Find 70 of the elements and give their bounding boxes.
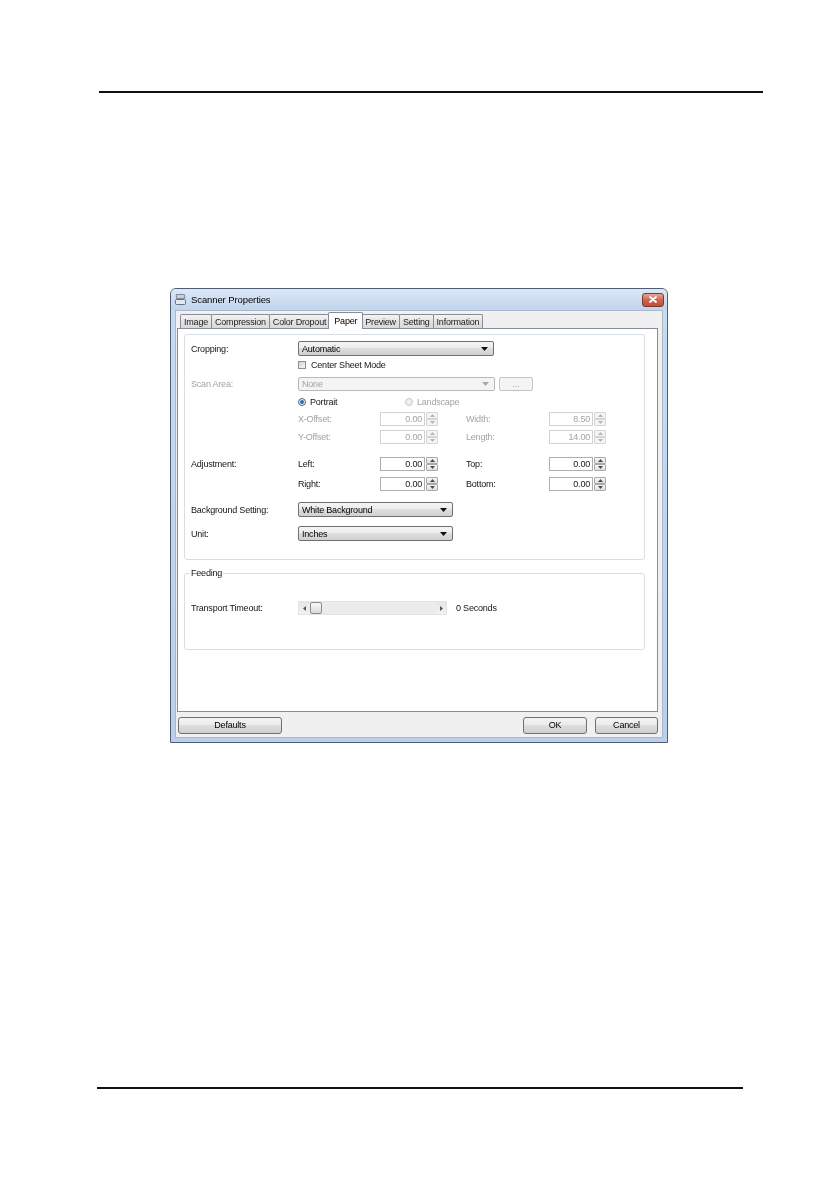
scroll-slider[interactable] — [298, 601, 447, 615]
close-icon — [649, 296, 657, 303]
tab[interactable]: Image — [180, 314, 212, 328]
field-label: Background Setting: — [191, 504, 269, 515]
spin-down-button[interactable] — [594, 484, 606, 491]
close-button[interactable] — [642, 292, 664, 307]
field-label: Width: — [466, 414, 491, 424]
number-field[interactable]: 0.00 — [549, 457, 593, 471]
defaults-button[interactable]: Defaults — [178, 717, 282, 734]
field-label: Scan Area: — [191, 379, 234, 389]
field-label: Cropping: — [191, 343, 229, 354]
tab[interactable]: Setting — [398, 314, 434, 328]
down-arrow-icon — [429, 466, 435, 469]
tab[interactable]: Color Dropout — [268, 314, 331, 328]
up-arrow-icon — [429, 459, 435, 462]
left-arrow-icon — [303, 605, 306, 611]
right-arrow-icon — [440, 605, 443, 611]
down-arrow-icon — [429, 421, 435, 424]
up-arrow-icon — [597, 459, 603, 462]
cancel-button[interactable]: Cancel — [595, 717, 658, 734]
number-field[interactable]: 0.00 — [380, 477, 425, 491]
caret-down-icon — [482, 382, 489, 386]
field-label: Top: — [466, 459, 483, 469]
slider-value: 0 Seconds — [456, 603, 497, 613]
up-arrow-icon — [597, 414, 603, 417]
spin-down-button[interactable] — [426, 464, 438, 471]
caret-down-icon — [481, 346, 488, 351]
number-field[interactable]: 0.00 — [380, 457, 425, 471]
unit-dropdown[interactable]: Inches — [298, 526, 453, 541]
down-arrow-icon — [429, 486, 435, 489]
radio-label: Landscape — [417, 397, 460, 407]
field-label: Y-Offset: — [298, 432, 331, 442]
tab[interactable]: Compression — [211, 314, 270, 328]
up-arrow-icon — [429, 414, 435, 417]
up-arrow-icon — [429, 432, 435, 435]
field-label: Left: — [298, 459, 315, 469]
field-label: Transport Timeout: — [191, 603, 263, 613]
cropping-dropdown[interactable]: Automatic — [298, 341, 494, 356]
field-label: X-Offset: — [298, 414, 332, 424]
ok-button[interactable]: OK — [523, 717, 587, 734]
down-arrow-icon — [597, 466, 603, 469]
spin-down-button[interactable] — [594, 464, 606, 471]
down-arrow-icon — [429, 439, 435, 442]
up-arrow-icon — [597, 479, 603, 482]
caret-down-icon — [440, 531, 447, 536]
slider-thumb[interactable] — [310, 602, 322, 614]
field-label: Right: — [298, 479, 321, 489]
radio-label: Portrait — [310, 397, 338, 407]
down-arrow-icon — [597, 421, 603, 424]
field-label: Bottom: — [466, 479, 496, 489]
background-dropdown[interactable]: White Background — [298, 502, 453, 517]
tab[interactable]: Paper — [328, 312, 364, 329]
group-title: Feeding — [190, 568, 224, 579]
checkbox[interactable] — [298, 361, 306, 369]
tab[interactable]: Preview — [361, 314, 400, 328]
spin-down-button[interactable] — [426, 484, 438, 491]
scanner-icon — [175, 294, 186, 305]
down-arrow-icon — [597, 486, 603, 489]
up-arrow-icon — [429, 479, 435, 482]
field-label: Length: — [466, 432, 495, 442]
window-title: Scanner Properties — [191, 294, 271, 305]
checkbox-label: Center Sheet Mode — [311, 360, 386, 370]
down-arrow-icon — [597, 439, 603, 442]
field-label: Unit: — [191, 528, 209, 539]
radio-button[interactable] — [298, 398, 306, 406]
field-label: Adjustment: — [191, 459, 237, 469]
number-field[interactable]: 0.00 — [549, 477, 593, 491]
up-arrow-icon — [597, 432, 603, 435]
caret-down-icon — [440, 507, 447, 512]
tab[interactable]: Information — [432, 314, 484, 328]
